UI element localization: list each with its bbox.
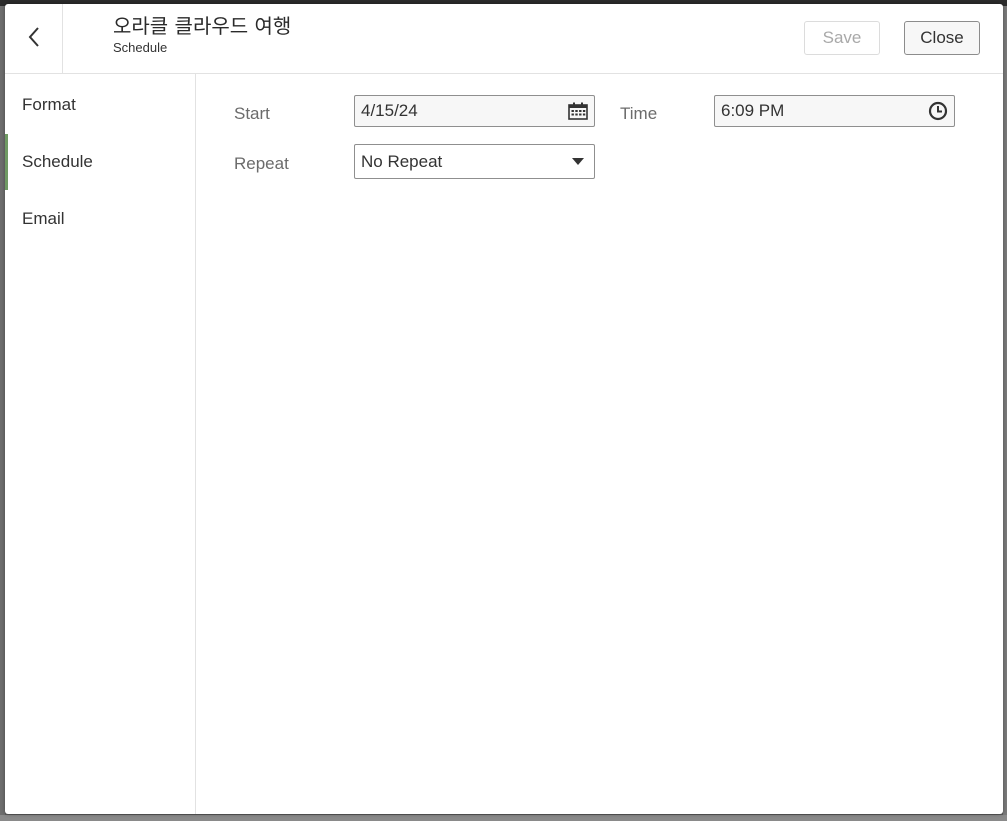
sidebar-item-format[interactable]: Format — [5, 77, 195, 133]
background-app-right — [1003, 6, 1007, 816]
repeat-select[interactable]: No Repeat — [354, 144, 595, 179]
chevron-left-icon — [27, 25, 41, 54]
sidebar-item-label: Format — [22, 95, 76, 114]
dialog-header: 오라클 클라우드 여행 Schedule Save Close — [5, 4, 1003, 74]
background-app-bottom — [0, 815, 1007, 821]
sidebar-item-label: Email — [22, 209, 65, 228]
page-title: 오라클 클라우드 여행 — [113, 14, 292, 38]
sidebar-item-email[interactable]: Email — [5, 191, 195, 247]
title-block: 오라클 클라우드 여행 Schedule — [113, 13, 291, 55]
time-value: 6:09 PM — [721, 101, 785, 120]
save-button[interactable]: Save — [804, 21, 880, 55]
sidebar-item-schedule[interactable]: Schedule — [5, 134, 195, 190]
repeat-label: Repeat — [234, 154, 289, 173]
sidebar: Format Schedule Email — [5, 74, 196, 814]
schedule-dialog: 오라클 클라우드 여행 Schedule Save Close Format S… — [5, 4, 1003, 814]
sidebar-item-label: Schedule — [22, 152, 93, 171]
repeat-value: No Repeat — [361, 151, 443, 171]
time-field[interactable]: 6:09 PM — [714, 95, 955, 127]
page-subtitle: Schedule — [113, 40, 168, 55]
schedule-form: Start 4/15/24 Time 6:09 PM Repeat No Rep… — [196, 74, 1003, 814]
start-date-field[interactable]: 4/15/24 — [354, 95, 595, 127]
close-button[interactable]: Close — [904, 21, 980, 55]
calendar-icon[interactable] — [565, 96, 591, 126]
back-button[interactable] — [5, 4, 63, 74]
time-label: Time — [620, 104, 658, 123]
start-date-value: 4/15/24 — [361, 101, 418, 120]
caret-down-icon — [565, 147, 591, 177]
start-label: Start — [234, 104, 270, 123]
clock-icon[interactable] — [925, 96, 951, 126]
